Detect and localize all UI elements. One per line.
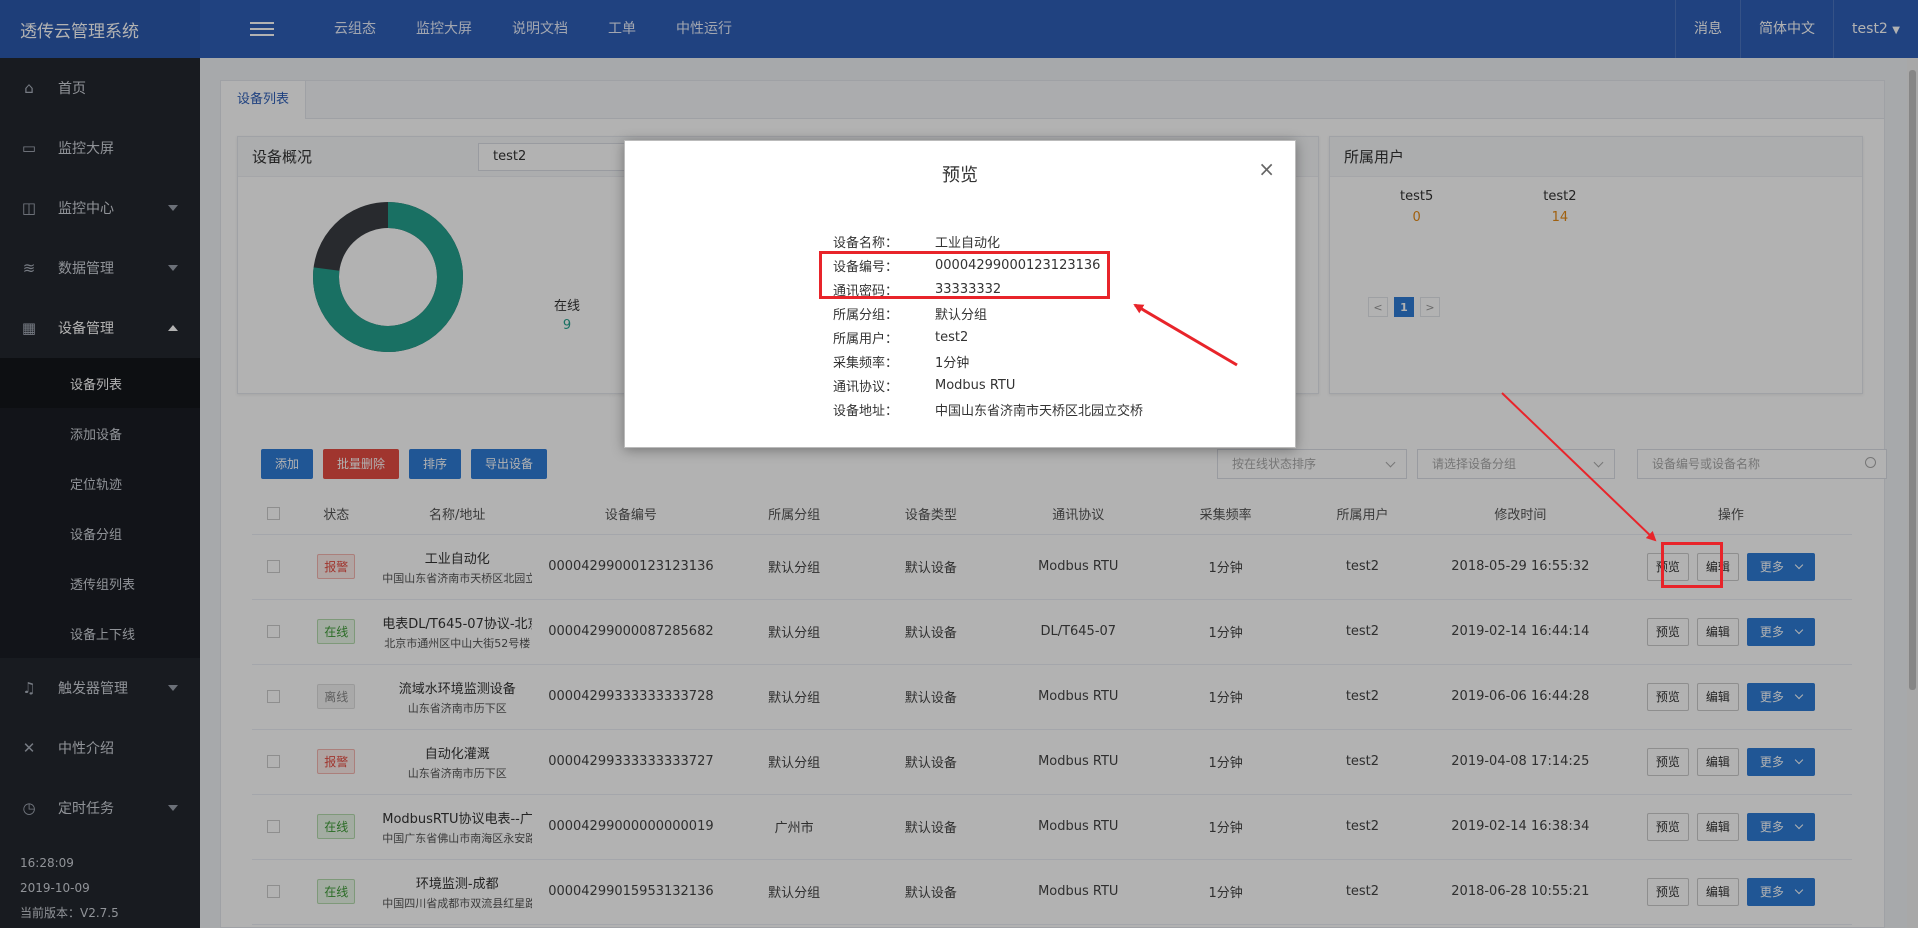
annotation-arrow xyxy=(1501,392,1657,542)
annotation-arrows xyxy=(1133,303,1657,542)
annotation-arrow xyxy=(1133,303,1238,367)
